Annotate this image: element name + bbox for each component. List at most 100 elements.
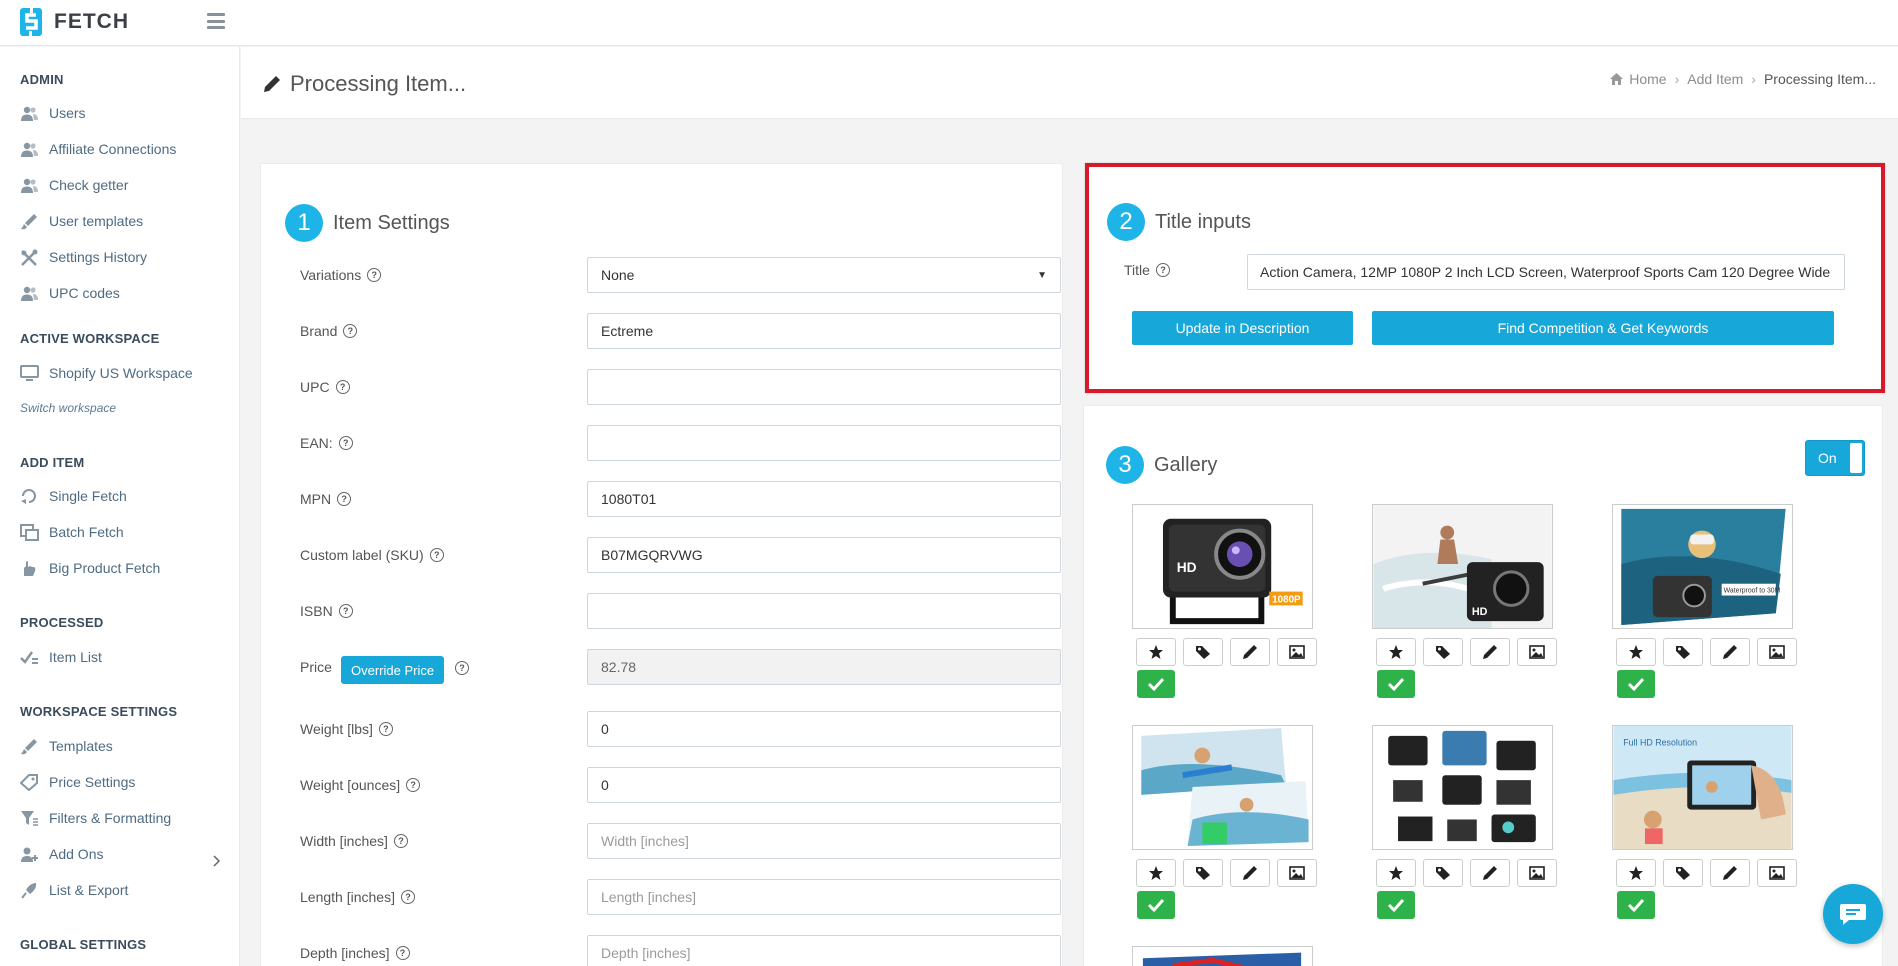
update-in-description-button[interactable]: Update in Description [1132, 311, 1353, 345]
help-icon[interactable]: ? [1155, 263, 1170, 277]
gallery-image[interactable]: HD 1080P [1132, 504, 1313, 629]
image-button[interactable] [1517, 859, 1557, 887]
logo[interactable]: FETCH [16, 7, 129, 37]
help-icon[interactable]: ? [335, 380, 350, 394]
star-button[interactable] [1616, 859, 1656, 887]
breadcrumb-add-item[interactable]: Add Item [1687, 71, 1743, 87]
override-price-button[interactable]: Override Price [341, 656, 445, 684]
select-image-button[interactable] [1377, 670, 1415, 698]
help-icon[interactable]: ? [343, 324, 358, 338]
price-input[interactable] [587, 649, 1061, 685]
help-icon[interactable]: ? [400, 890, 415, 904]
help-icon[interactable]: ? [337, 492, 352, 506]
hand-icon [24, 560, 36, 576]
sidebar-item-affiliate-connections[interactable]: Affiliate Connections [20, 137, 176, 161]
sidebar-item-workspace[interactable]: Shopify US Workspace [20, 361, 193, 385]
sidebar-item-user-templates[interactable]: User templates [20, 209, 143, 233]
chat-button[interactable] [1823, 884, 1883, 944]
image-tools [1376, 638, 1557, 666]
select-image-button[interactable] [1137, 670, 1175, 698]
image-button[interactable] [1517, 638, 1557, 666]
select-image-button[interactable] [1617, 891, 1655, 919]
upc-input[interactable] [587, 369, 1061, 405]
gallery-toggle[interactable]: On [1805, 440, 1865, 476]
sidebar-item-settings-history[interactable]: Settings History [20, 245, 147, 269]
menu-toggle-icon[interactable] [207, 13, 225, 29]
isbn-input[interactable] [587, 593, 1061, 629]
help-icon[interactable]: ? [338, 604, 353, 618]
gallery-image[interactable]: HD [1372, 504, 1553, 629]
rocket-icon [21, 882, 37, 899]
gallery-image[interactable] [1132, 725, 1313, 850]
tag-button[interactable] [1663, 638, 1703, 666]
switch-workspace-link[interactable]: Switch workspace [20, 401, 116, 415]
find-competition-button[interactable]: Find Competition & Get Keywords [1372, 311, 1834, 345]
star-button[interactable] [1136, 859, 1176, 887]
fetch-icon [21, 488, 36, 504]
tag-button[interactable] [1423, 859, 1463, 887]
image-button[interactable] [1757, 859, 1797, 887]
sidebar-item-check-getter[interactable]: Check getter [20, 173, 128, 197]
help-icon[interactable]: ? [395, 946, 410, 960]
sidebar-item-label: Single Fetch [49, 488, 127, 504]
star-button[interactable] [1376, 638, 1416, 666]
select-image-button[interactable] [1137, 891, 1175, 919]
chevron-right-icon[interactable] [212, 854, 222, 868]
edit-button[interactable] [1470, 859, 1510, 887]
tag-button[interactable] [1183, 859, 1223, 887]
sidebar-item-add-ons[interactable]: Add Ons [20, 842, 103, 866]
sidebar-item-price-settings[interactable]: Price Settings [20, 770, 135, 794]
weight-lbs-input[interactable] [587, 711, 1061, 747]
help-icon[interactable]: ? [393, 834, 408, 848]
sku-input[interactable] [587, 537, 1061, 573]
select-image-button[interactable] [1617, 670, 1655, 698]
tag-button[interactable] [1663, 859, 1703, 887]
mpn-input[interactable] [587, 481, 1061, 517]
edit-button[interactable] [1230, 638, 1270, 666]
gallery-image[interactable]: Waterproof to 30M [1612, 504, 1793, 629]
help-icon[interactable]: ? [455, 661, 469, 675]
image-button[interactable] [1277, 638, 1317, 666]
edit-button[interactable] [1230, 859, 1270, 887]
width-input[interactable] [587, 823, 1061, 859]
title-input[interactable] [1247, 254, 1845, 290]
help-icon[interactable]: ? [429, 548, 444, 562]
sidebar-item-upc-codes[interactable]: UPC codes [20, 281, 120, 305]
image-button[interactable] [1757, 638, 1797, 666]
breadcrumb-home[interactable]: Home [1629, 71, 1666, 87]
gallery-image[interactable]: Full HD Resolution [1612, 725, 1793, 850]
image-icon [1289, 645, 1305, 659]
image-button[interactable] [1277, 859, 1317, 887]
depth-input[interactable] [587, 935, 1061, 966]
tag-button[interactable] [1423, 638, 1463, 666]
edit-button[interactable] [1710, 859, 1750, 887]
help-icon[interactable]: ? [378, 722, 393, 736]
tag-icon [1436, 867, 1450, 880]
variations-select[interactable]: None ▼ [587, 257, 1061, 293]
brand-input[interactable] [587, 313, 1061, 349]
star-button[interactable] [1376, 859, 1416, 887]
weight-oz-input[interactable] [587, 767, 1061, 803]
gallery-image[interactable] [1372, 725, 1553, 850]
sidebar-item-filters-formatting[interactable]: Filters & Formatting [20, 806, 171, 830]
star-button[interactable] [1136, 638, 1176, 666]
help-icon[interactable]: ? [338, 436, 353, 450]
select-image-button[interactable] [1377, 891, 1415, 919]
sidebar-item-users[interactable]: Users [20, 101, 86, 125]
sidebar-item-item-list[interactable]: Item List [20, 645, 102, 669]
sidebar-item-single-fetch[interactable]: Single Fetch [20, 484, 127, 508]
help-icon[interactable]: ? [367, 268, 382, 282]
sidebar-item-batch-fetch[interactable]: Batch Fetch [20, 520, 124, 544]
edit-button[interactable] [1470, 638, 1510, 666]
sidebar-item-templates[interactable]: Templates [20, 734, 113, 758]
sidebar-item-list-export[interactable]: List & Export [20, 878, 128, 902]
logo-text: FETCH [54, 10, 129, 33]
ean-input[interactable] [587, 425, 1061, 461]
gallery-image[interactable] [1132, 946, 1313, 966]
help-icon[interactable]: ? [406, 778, 421, 792]
sidebar-item-big-product-fetch[interactable]: Big Product Fetch [20, 556, 160, 580]
star-button[interactable] [1616, 638, 1656, 666]
length-input[interactable] [587, 879, 1061, 915]
edit-button[interactable] [1710, 638, 1750, 666]
tag-button[interactable] [1183, 638, 1223, 666]
